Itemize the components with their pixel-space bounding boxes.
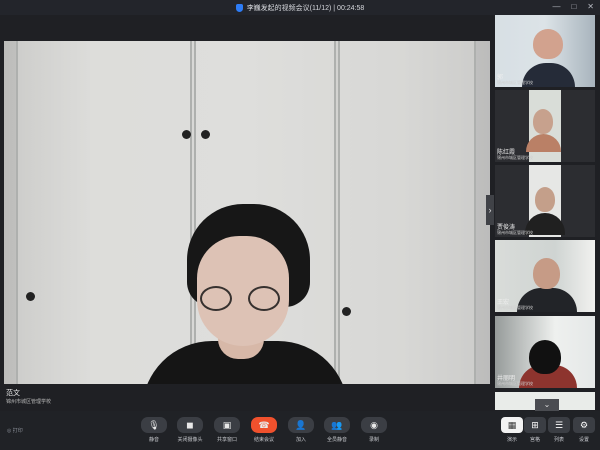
shield-icon <box>235 3 243 12</box>
close-button[interactable]: ✕ <box>587 2 594 11</box>
camera-icon: ◼ <box>177 417 203 433</box>
share-screen-icon: ▣ <box>214 417 240 433</box>
group-icon: 👥 <box>324 417 350 433</box>
gear-icon: ⚙ <box>573 417 595 433</box>
participant-thumbnail[interactable]: 井丽明 锦州市城区管理学校 <box>495 316 595 388</box>
participant-organization: 锦州市城区管理学校 <box>497 381 533 386</box>
door-knob <box>201 130 210 139</box>
glasses-right <box>248 286 280 311</box>
minimize-button[interactable]: — <box>552 2 560 11</box>
record-icon: ◎ <box>7 428 12 434</box>
window-title: 李巍发起的视频会议(11/12) | 00:24:58 <box>246 4 365 12</box>
participant-organization: 锦州市城区管理学校 <box>497 80 533 85</box>
window-titlebar: 李巍发起的视频会议(11/12) | 00:24:58 — □ ✕ <box>0 0 600 15</box>
door-knob <box>342 307 351 316</box>
collapse-sidebar-button[interactable]: › <box>486 195 494 225</box>
list-view-button[interactable]: ☰ 列表 <box>545 417 573 443</box>
participant-thumbnail[interactable]: 郭 锦州市城区管理学校 <box>495 15 595 87</box>
presentation-icon: ▦ <box>501 417 523 433</box>
glasses-left <box>200 286 232 311</box>
grid-icon: ⊞ <box>524 417 546 433</box>
wardrobe-door <box>338 41 476 384</box>
participant-organization: 锦州市城区管理学校 <box>497 230 533 235</box>
mute-button[interactable]: 🎙 静音 <box>136 417 172 447</box>
record-button[interactable]: ◉ 录制 <box>356 417 392 447</box>
participant-thumbnail[interactable]: 陈红霞 锦州市城区管理学校 <box>495 90 595 162</box>
participant-thumbnail[interactable]: 贾俊涛 锦州市城区管理学校 <box>495 165 595 237</box>
microphone-icon: 🎙 <box>141 417 167 433</box>
participant-thumbnails: 郭 锦州市城区管理学校 陈红霞 锦州市城区管理学校 贾俊涛 锦州市城区管理学校 … <box>495 15 600 410</box>
main-participant-label: 范文 锦州市城区管理学校 <box>6 390 51 406</box>
record-icon: ◉ <box>361 417 387 433</box>
scroll-down-button[interactable]: ⌄ <box>535 399 559 411</box>
user-add-icon: 👤 <box>288 417 314 433</box>
invite-button[interactable]: 👤 加入 <box>283 417 319 447</box>
camera-button[interactable]: ◼ 关闭摄像头 <box>172 417 208 447</box>
list-icon: ☰ <box>548 417 570 433</box>
main-video[interactable] <box>4 41 490 384</box>
participant-thumbnail[interactable]: 王宏 锦州市城区管理学校 <box>495 240 595 312</box>
mute-all-button[interactable]: 👥 全员静音 <box>319 417 355 447</box>
window-controls: — □ ✕ <box>552 2 594 11</box>
end-meeting-button[interactable]: ☎ 结束会议 <box>246 417 282 447</box>
door-knob <box>26 292 35 301</box>
phone-hangup-icon: ☎ <box>251 417 277 433</box>
main-participant-name: 范文 <box>6 390 20 397</box>
recording-status: ◎ 打印 <box>7 428 23 434</box>
wardrobe-door <box>16 41 192 384</box>
maximize-button[interactable]: □ <box>571 2 576 11</box>
share-window-button[interactable]: ▣ 共享窗口 <box>209 417 245 447</box>
door-knob <box>182 130 191 139</box>
settings-button[interactable]: ⚙ 设置 <box>570 417 598 443</box>
main-participant-organization: 锦州市城区管理学校 <box>6 399 52 405</box>
participant-organization: 锦州市城区管理学校 <box>497 155 533 160</box>
meeting-toolbar: ◎ 打印 🎙 静音 ◼ 关闭摄像头 ▣ 共享窗口 ☎ 结束会议 👤 加入 👥 全… <box>0 411 600 450</box>
participant-organization: 锦州市城区管理学校 <box>497 305 533 310</box>
